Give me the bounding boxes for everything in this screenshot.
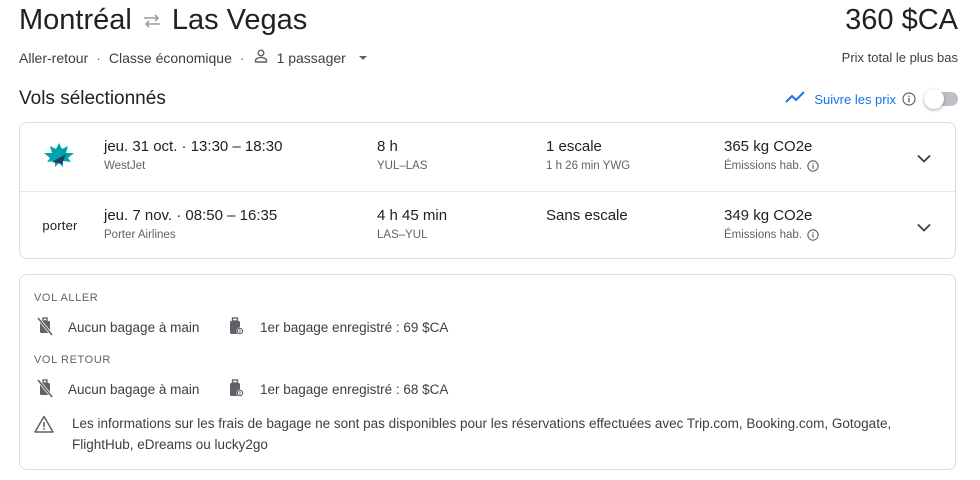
airline-name: WestJet xyxy=(104,160,146,172)
carryon-text: Aucun bagage à main xyxy=(68,382,200,397)
return-checked: 1er bagage enregistré : 68 $CA xyxy=(227,378,448,401)
info-icon[interactable] xyxy=(902,92,916,106)
section-title: Vols sélectionnés xyxy=(19,88,166,109)
checked-text: 1er bagage enregistré : 68 $CA xyxy=(260,382,449,397)
price-tracking: Suivre les prix xyxy=(785,89,958,109)
flight-row-return[interactable]: porter jeu. 7 nov. · 08:50 – 16:35 Porte… xyxy=(20,191,955,260)
expand-chevron-icon[interactable] xyxy=(915,149,933,167)
track-prices-label[interactable]: Suivre les prix xyxy=(814,92,896,107)
dropdown-arrow-icon xyxy=(358,55,376,61)
cabin-class: Classe économique xyxy=(108,49,232,66)
carryon-text: Aucun bagage à main xyxy=(68,320,200,335)
baggage-warning: Les informations sur les frais de bagage… xyxy=(34,413,952,455)
return-carryon: Aucun bagage à main xyxy=(36,378,199,401)
origin-city: Montréal xyxy=(19,4,132,36)
return-baggage-title: VOL RETOUR xyxy=(34,354,111,366)
emissions-note: Émissions hab. xyxy=(724,160,819,172)
separator-dot: · xyxy=(239,49,245,66)
emissions-note: Émissions hab. xyxy=(724,229,819,241)
trending-icon xyxy=(785,90,806,108)
info-icon[interactable] xyxy=(807,229,819,241)
porter-logo: porter xyxy=(42,217,78,233)
trip-options: Aller-retour · Classe économique · 1 pas… xyxy=(19,48,376,67)
swap-arrows-icon xyxy=(142,13,162,28)
passenger-selector[interactable]: 1 passager xyxy=(253,48,376,67)
stops-count: Sans escale xyxy=(546,207,628,224)
route-title: Montréal Las Vegas xyxy=(19,4,307,37)
checked-bag-icon xyxy=(227,378,245,401)
checked-text: 1er bagage enregistré : 69 $CA xyxy=(260,320,449,335)
baggage-info-card: VOL ALLER Aucun bagage à main 1er bagage… xyxy=(19,274,956,470)
toggle-knob xyxy=(924,89,944,109)
flight-times: jeu. 7 nov. · 08:50 – 16:35 xyxy=(104,207,278,224)
track-prices-toggle[interactable] xyxy=(924,89,958,109)
destination-city: Las Vegas xyxy=(171,4,308,36)
airport-codes: LAS–YUL xyxy=(377,229,428,241)
separator-dot: · xyxy=(96,49,101,66)
trip-type: Aller-retour xyxy=(19,49,89,66)
flight-times: jeu. 31 oct. · 13:30 – 18:30 xyxy=(104,138,283,155)
no-carryon-bag-icon xyxy=(36,378,54,401)
emissions-label: Émissions hab. xyxy=(724,229,802,241)
total-price: 360 $CA xyxy=(845,4,958,36)
price-note: Prix total le plus bas xyxy=(841,50,958,65)
airline-name: Porter Airlines xyxy=(104,229,176,241)
emissions-value: 365 kg CO2e xyxy=(724,138,813,155)
outbound-carryon: Aucun bagage à main xyxy=(36,316,199,339)
airport-codes: YUL–LAS xyxy=(377,160,428,172)
layover-info: 1 h 26 min YWG xyxy=(546,160,631,172)
flight-row-outbound[interactable]: jeu. 31 oct. · 13:30 – 18:30 WestJet 8 h… xyxy=(20,123,955,191)
warning-text: Les informations sur les frais de bagage… xyxy=(72,416,892,452)
flight-duration: 8 h xyxy=(377,138,398,155)
expand-chevron-icon[interactable] xyxy=(915,218,933,236)
passenger-count: 1 passager xyxy=(276,49,346,66)
emissions-label: Émissions hab. xyxy=(724,160,802,172)
westjet-logo-icon xyxy=(42,141,76,171)
info-icon[interactable] xyxy=(807,160,819,172)
warning-icon xyxy=(34,415,54,438)
person-icon xyxy=(253,48,277,67)
selected-flights-card: jeu. 31 oct. · 13:30 – 18:30 WestJet 8 h… xyxy=(19,122,956,259)
outbound-checked: 1er bagage enregistré : 69 $CA xyxy=(227,316,448,339)
no-carryon-bag-icon xyxy=(36,316,54,339)
outbound-baggage-title: VOL ALLER xyxy=(34,292,99,304)
flight-duration: 4 h 45 min xyxy=(377,207,448,224)
emissions-value: 349 kg CO2e xyxy=(724,207,813,224)
checked-bag-icon xyxy=(227,316,245,339)
stops-count: 1 escale xyxy=(546,138,602,155)
